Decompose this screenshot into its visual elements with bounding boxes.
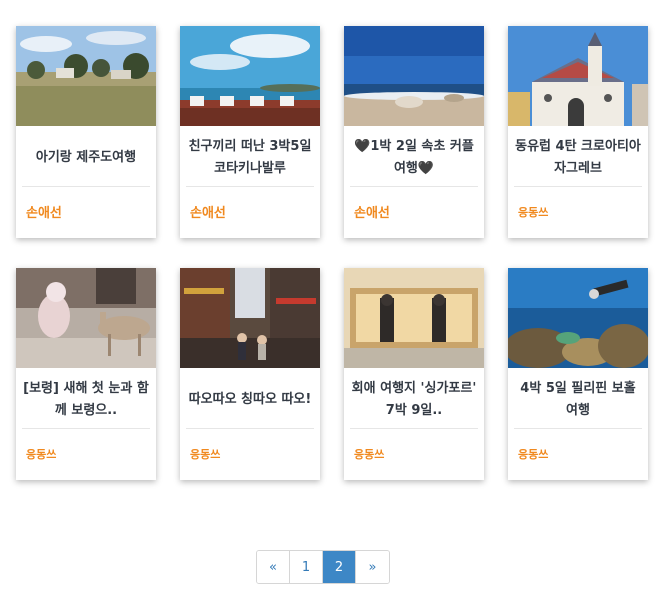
trip-author[interactable]: 응동쓰 xyxy=(26,446,56,462)
trip-title[interactable]: 4박 5일 필리핀 보홀 여행 xyxy=(514,372,642,428)
trip-thumbnail-sokcho[interactable] xyxy=(344,26,484,126)
trip-title[interactable]: 따오따오 칭따오 따오! xyxy=(186,372,314,428)
trip-author[interactable]: 응동쓰 xyxy=(518,446,548,462)
trip-author[interactable]: 응동쓰 xyxy=(518,204,548,220)
trip-card[interactable]: 동유럽 4탄 크로아티아 자그레브 응동쓰 xyxy=(508,26,648,238)
pagination-prev-button[interactable]: « xyxy=(257,551,290,583)
pagination: « 1 2 » xyxy=(256,550,390,584)
trip-thumbnail-kota-kinabalu[interactable] xyxy=(180,26,320,126)
trip-author[interactable]: 손애선 xyxy=(26,202,62,221)
trip-thumbnail-boryeong[interactable] xyxy=(16,268,156,368)
trip-thumbnail-jeju[interactable] xyxy=(16,26,156,126)
trip-card[interactable]: [보령] 새해 첫 눈과 함께 보령으.. 응동쓰 xyxy=(16,268,156,480)
trip-author[interactable]: 손애선 xyxy=(354,202,390,221)
card-divider xyxy=(186,428,314,429)
trip-author[interactable]: 응동쓰 xyxy=(190,446,220,462)
card-divider xyxy=(22,428,150,429)
trip-thumbnail-zagreb[interactable] xyxy=(508,26,648,126)
trip-thumbnail-qingdao[interactable] xyxy=(180,268,320,368)
trip-title[interactable]: [보령] 새해 첫 눈과 함께 보령으.. xyxy=(22,372,150,428)
trip-title[interactable]: 🖤1박 2일 속초 커플여행🖤 xyxy=(350,130,478,186)
trip-author[interactable]: 응동쓰 xyxy=(354,446,384,462)
trip-thumbnail-singapore[interactable] xyxy=(344,268,484,368)
trip-author[interactable]: 손애선 xyxy=(190,202,226,221)
card-divider xyxy=(514,186,642,187)
trip-title[interactable]: 아기랑 제주도여행 xyxy=(22,130,150,186)
trip-card[interactable]: 아기랑 제주도여행 손애선 xyxy=(16,26,156,238)
trip-title[interactable]: 동유럽 4탄 크로아티아 자그레브 xyxy=(514,130,642,186)
trip-card[interactable]: 친구끼리 떠난 3박5일 코타키나발루 손애선 xyxy=(180,26,320,238)
pagination-page-1[interactable]: 1 xyxy=(290,551,323,583)
trip-card[interactable]: 4박 5일 필리핀 보홀 여행 응동쓰 xyxy=(508,268,648,480)
trip-card[interactable]: 🖤1박 2일 속초 커플여행🖤 손애선 xyxy=(344,26,484,238)
pagination-page-2-current[interactable]: 2 xyxy=(323,551,356,583)
trip-title[interactable]: 친구끼리 떠난 3박5일 코타키나발루 xyxy=(186,130,314,186)
trip-thumbnail-bohol[interactable] xyxy=(508,268,648,368)
trip-title[interactable]: 회애 여행지 '싱가포르' 7박 9일.. xyxy=(350,372,478,428)
trip-card[interactable]: 따오따오 칭따오 따오! 응동쓰 xyxy=(180,268,320,480)
pagination-next-button[interactable]: » xyxy=(356,551,389,583)
trip-card[interactable]: 회애 여행지 '싱가포르' 7박 9일.. 응동쓰 xyxy=(344,268,484,480)
card-divider xyxy=(186,186,314,187)
card-divider xyxy=(350,186,478,187)
card-divider xyxy=(514,428,642,429)
card-divider xyxy=(350,428,478,429)
card-divider xyxy=(22,186,150,187)
